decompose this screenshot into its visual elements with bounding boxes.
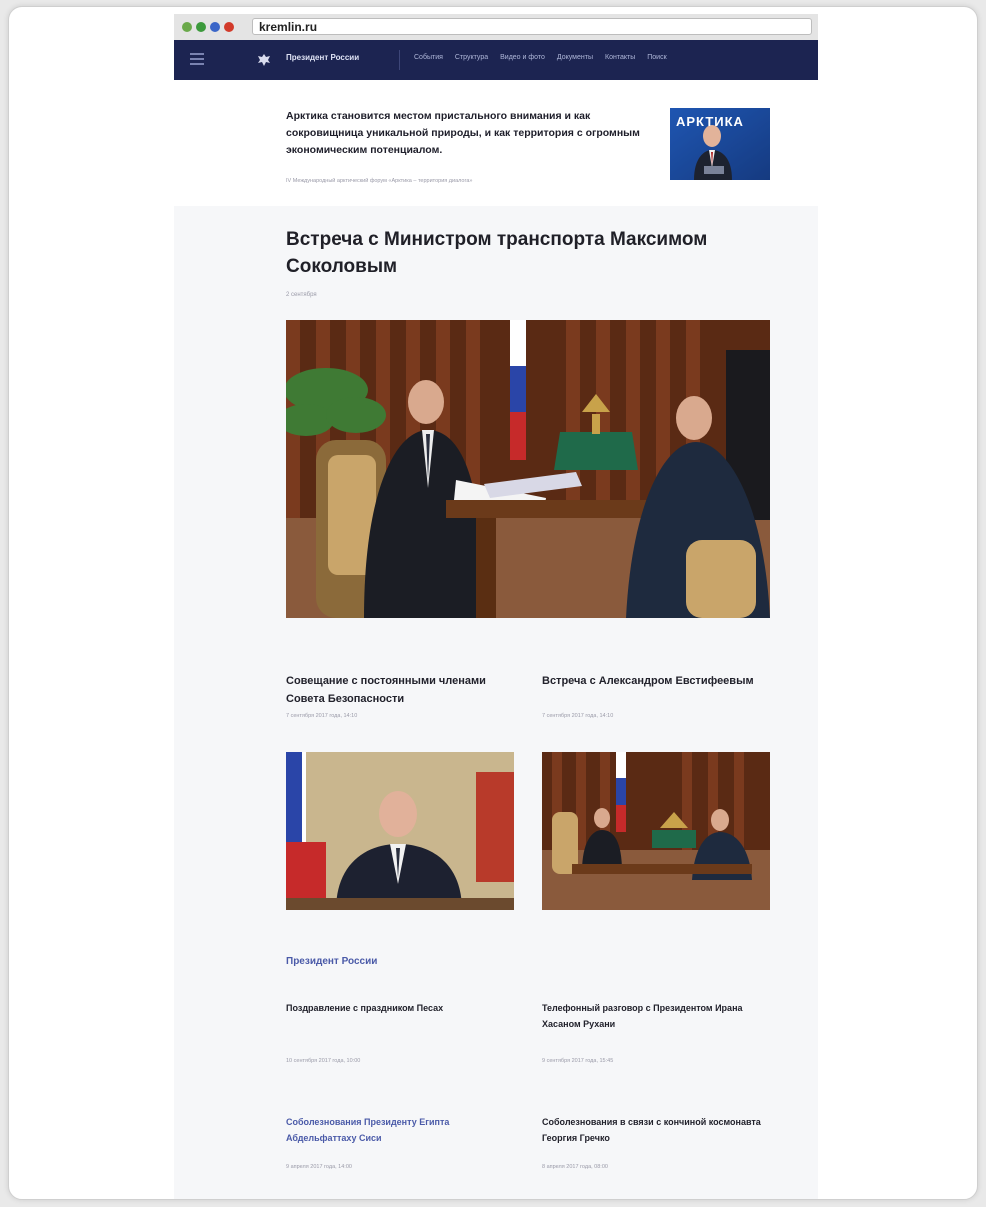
nav-links: События Структура Видео и фото Документы… — [414, 54, 667, 61]
nav-link-documents[interactable]: Документы — [557, 54, 593, 61]
card-title-1[interactable]: Совещание с постоянными членами Совета Б… — [286, 672, 516, 708]
window-dot-1[interactable] — [182, 22, 192, 32]
site-brand[interactable]: Президент России — [286, 53, 359, 62]
nav-link-search[interactable]: Поиск — [647, 54, 666, 61]
nav-link-video-photo[interactable]: Видео и фото — [500, 54, 545, 61]
hero-photo[interactable] — [286, 320, 770, 618]
card-photo-2[interactable] — [542, 752, 770, 910]
menu-icon[interactable] — [190, 53, 204, 65]
news-item-date-3: 9 апреля 2017 года, 14:00 — [286, 1164, 352, 1170]
news-item-title-2[interactable]: Телефонный разговор с Президентом Ирана … — [542, 1000, 772, 1032]
nav-link-structure[interactable]: Структура — [455, 54, 488, 61]
quote-image[interactable]: АРКТИКА — [670, 108, 770, 180]
nav-divider — [399, 50, 400, 70]
news-item-date-1: 10 сентября 2017 года, 10:00 — [286, 1058, 361, 1064]
card-date-2: 7 сентября 2017 года, 14:10 — [542, 713, 614, 719]
quote-text[interactable]: Арктика становится местом пристального в… — [286, 108, 646, 159]
section-title[interactable]: Президент России — [286, 956, 377, 967]
nav-link-contacts[interactable]: Контакты — [605, 54, 635, 61]
quote-block: Арктика становится местом пристального в… — [174, 80, 818, 206]
news-item-title-1[interactable]: Поздравление с праздником Песах — [286, 1000, 516, 1016]
quote-image-caption: АРКТИКА — [676, 114, 744, 129]
site-navbar: Президент России События Структура Видео… — [174, 40, 818, 80]
news-item-date-4: 8 апреля 2017 года, 08:00 — [542, 1164, 608, 1170]
browser-window: kremlin.ru Президент России События Стру… — [174, 14, 818, 1199]
main-content: Встреча с Министром транспорта Максимом … — [174, 206, 818, 1199]
address-bar[interactable]: kremlin.ru — [252, 18, 812, 35]
card-title-2[interactable]: Встреча с Александром Евстифеевым — [542, 672, 772, 690]
article-date: 2 сентября — [286, 292, 317, 298]
news-item-date-2: 9 сентября 2017 года, 15:45 — [542, 1058, 614, 1064]
card-date-1: 7 сентября 2017 года, 14:10 — [286, 713, 358, 719]
window-dot-2[interactable] — [196, 22, 206, 32]
quote-source[interactable]: IV Международный арктический форум «Аркт… — [286, 178, 472, 184]
window-dot-3[interactable] — [210, 22, 220, 32]
news-item-title-4[interactable]: Соболезнования в связи с кончиной космон… — [542, 1114, 772, 1146]
news-item-title-3[interactable]: Соболезнования Президенту Египта Абдельф… — [286, 1114, 516, 1146]
nav-link-events[interactable]: События — [414, 54, 443, 61]
eagle-emblem-icon[interactable] — [256, 52, 272, 68]
window-dot-4[interactable] — [224, 22, 234, 32]
browser-toolbar: kremlin.ru — [174, 14, 818, 41]
article-headline[interactable]: Встреча с Министром транспорта Максимом … — [286, 226, 726, 280]
card-photo-1[interactable] — [286, 752, 514, 910]
